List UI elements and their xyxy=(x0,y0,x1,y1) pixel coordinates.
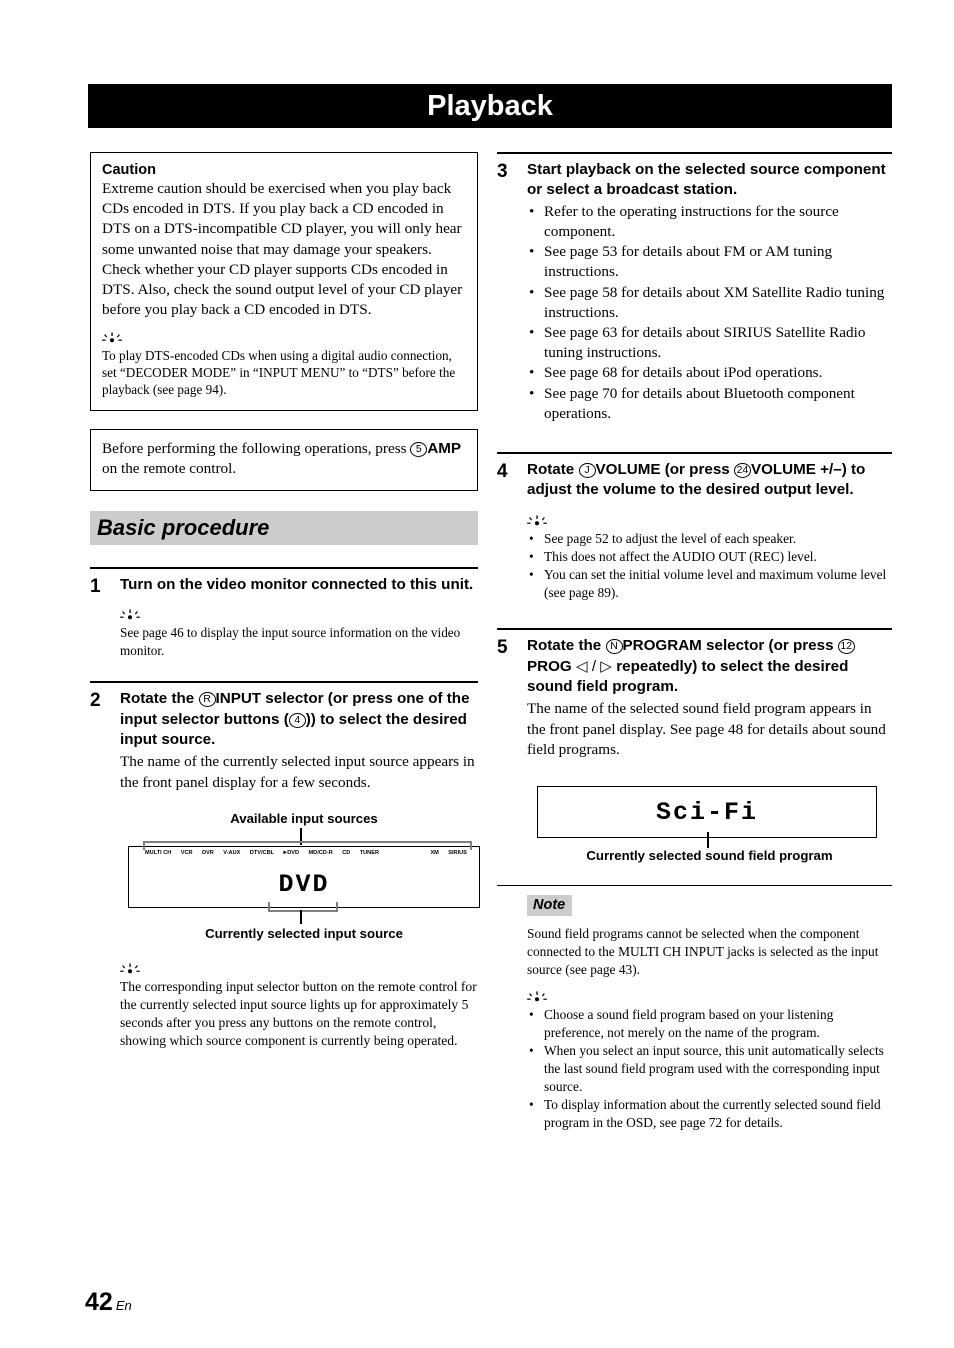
lcd-input-source-value: DVD xyxy=(128,870,480,899)
list-item: This does not affect the AUDIO OUT (REC)… xyxy=(527,548,892,566)
list-item: See page 52 to adjust the level of each … xyxy=(527,530,892,548)
lcd-value-bracket xyxy=(268,901,338,912)
page-title: Playback xyxy=(427,89,553,122)
keycap-24: 24 xyxy=(733,463,751,479)
step-5-number: 5 xyxy=(497,637,508,659)
indicator-md-cd-r: MD/CD-R xyxy=(308,849,333,856)
keycap-r: R xyxy=(198,692,216,708)
note-bullet-list: Choose a sound field program based on yo… xyxy=(527,1006,892,1133)
step-3-bullet-list: Refer to the operating instructions for … xyxy=(527,202,892,424)
step-2-heading: Rotate the R INPUT selector (or press one… xyxy=(120,689,478,750)
step-4-heading: Rotate J VOLUME (or press 24 VOLUME +/–) t… xyxy=(527,460,892,501)
list-item: See page 53 for details about FM or AM t… xyxy=(527,242,892,282)
indicator-multi-ch: MULTI CH xyxy=(145,849,172,856)
volume-plus-minus-label: VOLUME +/– xyxy=(750,461,842,479)
note-body: Sound field programs cannot be selected … xyxy=(527,925,879,978)
step-3-number: 3 xyxy=(497,161,508,182)
note-block: Note Sound field programs cannot be sele… xyxy=(497,884,892,1133)
caution-body: Extreme caution should be exercised when… xyxy=(102,180,463,319)
prog-label: PROG xyxy=(527,657,572,675)
manual-page: Playback Caution Extreme caution should … xyxy=(0,0,954,1348)
indicator-dvr: DVR xyxy=(202,849,214,856)
list-item: Refer to the operating instructions for … xyxy=(527,202,892,242)
caution-heading: Caution xyxy=(102,162,156,178)
step-1-tip: See page 46 to display the input source … xyxy=(120,625,461,658)
prog-arrows-icon: ◁ / ▷ xyxy=(575,657,612,675)
step-2-heading-part1: Rotate the xyxy=(120,690,195,708)
step-4-bullet-list: See page 52 to adjust the level of each … xyxy=(527,530,892,602)
leader-line-sound-field xyxy=(707,831,709,848)
list-item: See page 70 for details about Bluetooth … xyxy=(527,384,892,424)
step-4-heading-part2: (or press xyxy=(664,461,730,479)
step-2: 2 Rotate the R INPUT selector (or press o… xyxy=(90,681,480,1049)
list-item: When you select an input source, this un… xyxy=(527,1042,892,1096)
indicator-xm: XM xyxy=(430,849,439,856)
program-label: PROGRAM xyxy=(622,637,702,655)
keycap-j: J xyxy=(578,463,596,479)
section-heading-band: Basic procedure xyxy=(90,511,478,546)
right-column: 3 Start playback on the selected source … xyxy=(497,152,892,1132)
leader-line-bottom xyxy=(300,909,302,924)
tip-icon xyxy=(102,331,466,345)
list-item: See page 68 for details about iPod opera… xyxy=(527,363,892,383)
step-5-heading-part1: Rotate the xyxy=(527,637,602,655)
page-title-bar: Playback xyxy=(88,84,892,128)
front-panel-display-figure: Available input sources MULTI CH VCR DVR… xyxy=(120,810,480,941)
step-2-number: 2 xyxy=(90,690,101,712)
input-label: INPUT xyxy=(215,690,262,708)
list-item: You can set the initial volume level and… xyxy=(527,566,892,602)
step-4-number: 4 xyxy=(497,461,508,483)
lcd-sound-field-value: Sci-Fi xyxy=(537,798,877,827)
left-column: Caution Extreme caution should be exerci… xyxy=(90,152,480,1050)
amp-label: AMP xyxy=(427,439,462,457)
indicator-dtv-cbl: DTV/CBL xyxy=(249,849,275,856)
step-5-heading: Rotate the N PROGRAM selector (or press 1… xyxy=(527,636,892,697)
keycap-4: 4 xyxy=(288,712,306,728)
keycap-12: 12 xyxy=(837,639,855,655)
list-item: See page 58 for details about XM Satelli… xyxy=(527,283,892,323)
list-item: Choose a sound field program based on yo… xyxy=(527,1006,892,1042)
page-language-code: En xyxy=(115,1298,132,1313)
amp-note-box: Before performing the following operatio… xyxy=(90,428,478,492)
tip-icon xyxy=(120,609,478,622)
volume-label: VOLUME xyxy=(595,461,661,479)
step-2-body: The name of the currently selected input… xyxy=(120,753,475,791)
caution-box: Caution Extreme caution should be exerci… xyxy=(90,152,478,411)
step-3: 3 Start playback on the selected source … xyxy=(497,152,892,424)
step-4: 4 Rotate J VOLUME (or press 24 VOLUME +/–)… xyxy=(497,452,892,602)
list-item: See page 63 for details about SIRIUS Sat… xyxy=(527,323,892,363)
figure-caption-top: Available input sources xyxy=(230,810,378,826)
indicator-cd: CD xyxy=(342,849,351,856)
tip-icon xyxy=(527,991,892,1004)
step-1-number: 1 xyxy=(90,576,101,598)
keycap-5: 5 xyxy=(410,441,428,457)
indicator-row: MULTI CH VCR DVR V-AUX DTV/CBL DVD MD/CD… xyxy=(145,848,467,856)
tip-icon xyxy=(527,515,892,528)
step-3-heading: Start playback on the selected source co… xyxy=(527,161,886,199)
note-badge: Note xyxy=(527,894,573,916)
caution-tip-text: To play DTS-encoded CDs when using a dig… xyxy=(102,347,456,398)
page-number: 42 xyxy=(85,1288,113,1316)
step-5: 5 Rotate the N PROGRAM selector (or press… xyxy=(497,628,892,863)
tip-icon xyxy=(120,963,478,976)
amp-note-text-before: Before performing the following operatio… xyxy=(102,439,407,457)
keycap-n: N xyxy=(605,639,623,655)
step-1: 1 Turn on the video monitor connected to… xyxy=(90,567,478,659)
indicator-vcr: VCR xyxy=(180,849,193,856)
amp-note-text-after: on the remote control. xyxy=(102,460,237,478)
indicator-v-aux: V-AUX xyxy=(223,849,241,856)
sound-field-display-figure: Sci-Fi Currently selected sound field pr… xyxy=(527,785,892,863)
step-5-heading-part2: selector (or press xyxy=(706,637,834,655)
step-4-heading-part1: Rotate xyxy=(527,461,575,479)
step-1-heading: Turn on the video monitor connected to t… xyxy=(120,576,474,594)
step-5-body: The name of the selected sound field pro… xyxy=(527,700,886,758)
indicator-tuner: TUNER xyxy=(359,849,379,856)
list-item: To display information about the current… xyxy=(527,1096,892,1132)
amp-note-text: Before performing the following operatio… xyxy=(102,439,466,479)
indicator-sirius: SIRIUS xyxy=(448,849,467,856)
indicator-dvd: DVD xyxy=(283,848,299,856)
section-heading: Basic procedure xyxy=(97,515,270,541)
step-2-tip: The corresponding input selector button … xyxy=(120,978,477,1048)
page-footer: 42 En xyxy=(85,1288,132,1317)
